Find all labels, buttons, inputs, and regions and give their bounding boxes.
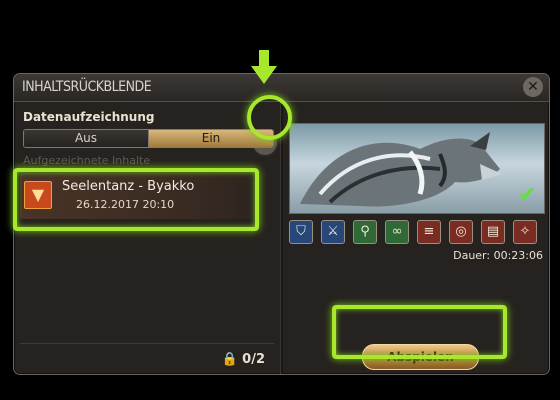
arrow-down-icon: [251, 50, 277, 84]
book-icon: ▤: [481, 220, 505, 244]
recorded-content-label: Aufgezeichnete Inhalte: [23, 154, 151, 167]
gear-icon: ✧: [513, 220, 537, 244]
staff-icon: ⚲: [353, 220, 377, 244]
preview-image: ✔: [289, 123, 545, 214]
job-icon-row: ⛉ ⚔ ⚲ ∞ ≡ ◎ ▤ ✧: [289, 220, 537, 244]
claws-icon: ≡: [417, 220, 441, 244]
bow-icon: ∞: [385, 220, 409, 244]
shield-icon: ⛉: [289, 220, 313, 244]
window-title: INHALTSRÜCKBLENDE: [22, 79, 152, 95]
list-item[interactable]: ▼ Seelentanz - Byakko 26.12.2017 20:10: [20, 173, 252, 219]
close-icon[interactable]: ✕: [523, 77, 543, 97]
duty-icon: ▼: [24, 181, 52, 209]
right-panel: ✔ ⛉ ⚔ ⚲ ∞ ≡ ◎ ▤ ✧ Dauer: 00:23:06 Abspie…: [282, 101, 549, 374]
tiger-illustration: [300, 132, 502, 207]
recording-toggle[interactable]: Aus Ein: [23, 129, 274, 148]
recording-label: Datenaufzeichnung: [23, 110, 155, 124]
entry-date: 26.12.2017 20:10: [76, 198, 175, 211]
count-value: 0/2: [242, 352, 265, 367]
toggle-off-button[interactable]: Aus: [24, 130, 148, 147]
recording-count: 🔒 0/2: [221, 352, 265, 367]
entry-name: Seelentanz - Byakko: [62, 179, 195, 194]
divider: [20, 343, 274, 344]
help-highlight: [247, 95, 292, 140]
check-icon: ✔: [518, 183, 537, 208]
ring-icon: ◎: [449, 220, 473, 244]
duration-label: Dauer: 00:23:06: [453, 249, 543, 262]
sword-icon: ⚔: [321, 220, 345, 244]
play-button[interactable]: Abspielen: [362, 344, 479, 370]
left-panel: Datenaufzeichnung ? Aus Ein Aufgezeichne…: [14, 101, 280, 374]
